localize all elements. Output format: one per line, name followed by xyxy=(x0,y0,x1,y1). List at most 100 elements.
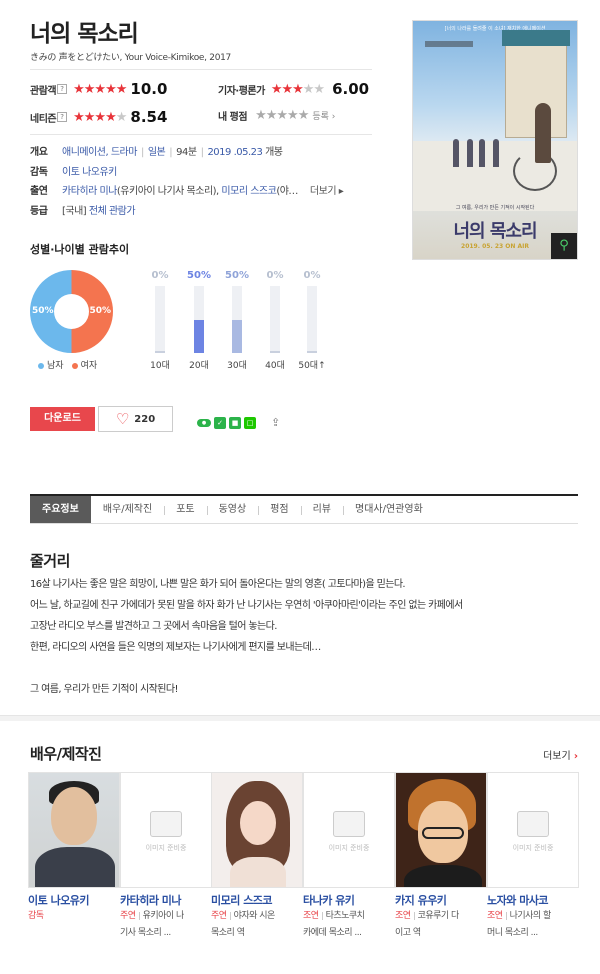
tab-video[interactable]: 동영상 xyxy=(206,496,259,523)
cast-name[interactable]: 카타히라 미나 xyxy=(120,892,212,908)
cast-name[interactable]: 노자와 마사코 xyxy=(487,892,579,908)
age-bar: 0% 50대↑ xyxy=(295,270,329,371)
share-icon[interactable]: ⇪ xyxy=(271,417,285,429)
cast-role-text: 머니 목소리 ... xyxy=(487,928,538,938)
section-gap xyxy=(0,715,600,721)
cast-photo[interactable] xyxy=(211,772,303,888)
country-link[interactable]: 일본 xyxy=(148,147,166,158)
cast-role: 조연 타츠노쿠치 카에데 목소리 ... xyxy=(303,908,395,942)
cast-card[interactable]: 이미지 준비중노자와 마사코 조연 나기사의 할 머니 목소리 ... xyxy=(487,772,579,942)
divider xyxy=(30,134,372,135)
rating-score: 10.0 xyxy=(130,80,168,98)
synopsis-line: 한편, 라디오의 사연을 들은 익명의 제보자는 나기사에게 편지를 보내는데… xyxy=(30,642,321,653)
cast-more-link[interactable]: 더보기 ▸ xyxy=(310,182,344,197)
cast-card[interactable]: 카지 유우키 조연 코유루기 다 이고 역 xyxy=(395,772,487,942)
cast-card[interactable]: 이미지 준비중 타나카 유키 조연 타츠노쿠치 카에데 목소리 ... xyxy=(303,772,395,942)
cast-role-text: 유키아이 나 xyxy=(142,911,185,921)
like-count: 220 xyxy=(134,413,156,425)
cast-role: 주연 야자와 시온 목소리 역 xyxy=(211,908,303,942)
cast-role: 조연 코유루기 다 이고 역 xyxy=(395,908,487,942)
cast-role-type: 감독 xyxy=(28,911,44,921)
age-pct: 0% xyxy=(151,270,169,281)
cast-role-text: 야자와 시온 xyxy=(233,911,276,921)
tab-cast-crew[interactable]: 배우/제작진 xyxy=(91,496,164,523)
synopsis-heading: 줄거리 xyxy=(30,552,70,570)
age-label: 30대 xyxy=(227,361,247,371)
male-pct: 50% xyxy=(32,306,54,316)
director-link[interactable]: 이토 나오유키 xyxy=(62,167,117,178)
info-overview: 개요 애니메이션, 드라마 | 일본 | 94분 | 2019 .05.23 개봉 xyxy=(30,147,283,158)
no-image-icon xyxy=(517,811,549,837)
rating-score: 6.00 xyxy=(332,80,370,98)
cast-link[interactable]: 카타히라 미나 xyxy=(62,186,117,197)
blog-share-icon[interactable]: ■ xyxy=(229,417,241,429)
age-bar-fill xyxy=(155,351,165,353)
cast-role-text: 코유루기 다 xyxy=(417,911,460,921)
age-bar-fill xyxy=(307,351,317,353)
help-icon[interactable]: ? xyxy=(57,112,68,122)
cast-role-type: 조연 xyxy=(487,911,503,921)
grade-link[interactable]: 전체 관람가 xyxy=(89,206,136,217)
help-icon[interactable]: ? xyxy=(57,84,68,94)
cast-role-text: 타츠노쿠치 xyxy=(325,911,365,921)
star-rating-input[interactable]: ★★★★★ xyxy=(255,108,309,123)
rating-netizen: 네티즌? ★★★★★ 8.54 xyxy=(30,108,167,126)
cast-role-type: 주연 xyxy=(120,911,136,921)
cast-name[interactable]: 타나카 유키 xyxy=(303,892,395,908)
genre-link[interactable]: 애니메이션, 드라마 xyxy=(62,147,137,158)
cast-link[interactable]: 미모리 스즈코 xyxy=(221,186,276,197)
cast-card[interactable]: 이토 나오유키감독 xyxy=(28,772,120,925)
cast-role: 주연 유키아이 나 기사 목소리 ... xyxy=(120,908,212,942)
synopsis-line: 어느 날, 하교길에 친구 가에데가 못된 말을 하자 화가 난 나기사는 우연… xyxy=(30,600,463,611)
no-image-label: 이미지 준비중 xyxy=(328,844,370,852)
cafe-share-icon[interactable]: □ xyxy=(244,417,256,429)
age-label: 20대 xyxy=(189,361,209,371)
tab-main-info[interactable]: 주요정보 xyxy=(30,496,91,523)
age-bar-fill xyxy=(194,319,204,353)
rate-register-link[interactable]: 등록 › xyxy=(312,109,335,122)
cast-photo[interactable] xyxy=(28,772,120,888)
rating-label: 내 평점 xyxy=(218,112,248,123)
cast-name[interactable]: 이토 나오유키 xyxy=(28,892,120,908)
demographics-heading: 성별·나이별 관람추이 xyxy=(30,243,130,256)
no-image-icon xyxy=(150,811,182,837)
cast-name[interactable]: 카지 유우키 xyxy=(395,892,487,908)
male-dot-icon xyxy=(38,362,44,369)
female-dot-icon xyxy=(71,362,78,369)
cast-role-text: 이고 역 xyxy=(395,928,421,938)
share-bar: ● ✓ ■ □ ⇪ xyxy=(197,417,285,429)
cast-photo[interactable]: 이미지 준비중 xyxy=(120,772,212,888)
download-button[interactable]: 다운로드 xyxy=(30,407,95,431)
info-grade: 등급 [국내] 전체 관람가 xyxy=(30,206,136,217)
no-image-label: 이미지 준비중 xyxy=(145,844,187,852)
cast-card[interactable]: 이미지 준비중 카타히라 미나 주연 유키아이 나 기사 목소리 ... xyxy=(120,772,212,942)
cast-role: 조연 나기사의 할 머니 목소리 ... xyxy=(487,908,579,942)
like-button[interactable]: ♡ 220 xyxy=(98,406,173,432)
synopsis-line xyxy=(30,658,582,679)
cast-role-type: 주연 xyxy=(211,911,227,921)
zoom-icon[interactable]: ⚲ xyxy=(551,233,577,259)
tab-quotes[interactable]: 명대사/연관영화 xyxy=(343,496,435,523)
release-date-link[interactable]: 2019 .05.23 xyxy=(207,147,262,158)
tab-rating[interactable]: 평점 xyxy=(258,496,300,523)
gender-pie-chart: 50% 50% xyxy=(30,270,113,353)
cast-photo[interactable]: 이미지 준비중 xyxy=(487,772,579,888)
cast-photo[interactable] xyxy=(395,772,487,888)
age-label: 10대 xyxy=(150,361,170,371)
gender-legend: 남자 여자 xyxy=(38,358,97,371)
cast-role-type: 조연 xyxy=(303,911,319,921)
cast-card[interactable]: 미모리 스즈코 주연 야자와 시온 목소리 역 xyxy=(211,772,303,942)
tab-photo[interactable]: 포토 xyxy=(164,496,206,523)
tab-review[interactable]: 리뷰 xyxy=(300,496,343,523)
band-share-icon[interactable]: ✓ xyxy=(214,417,226,429)
line-share-icon[interactable]: ● xyxy=(197,419,211,427)
female-pct: 50% xyxy=(89,306,111,316)
cast-more-link[interactable]: 더보기 › xyxy=(543,747,578,762)
movie-poster[interactable]: [너의 나라를 들려줄 이 소녀] 재치한 애니메이션 그 여름, 우리가 만든… xyxy=(412,20,578,260)
synopsis-text: 16살 나기사는 좋은 말은 희망이, 나쁜 말은 화가 되어 돌아온다는 말의… xyxy=(30,574,582,700)
age-pct: 0% xyxy=(303,270,321,281)
age-bar-fill xyxy=(270,351,280,353)
rating-label: 관람객 xyxy=(30,85,57,97)
cast-name[interactable]: 미모리 스즈코 xyxy=(211,892,303,908)
cast-photo[interactable]: 이미지 준비중 xyxy=(303,772,395,888)
